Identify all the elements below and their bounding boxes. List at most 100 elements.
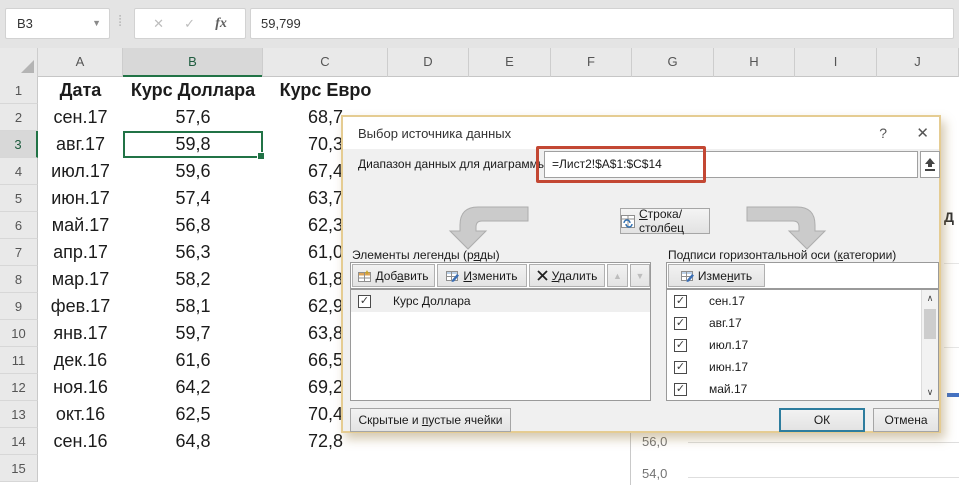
column-header-D[interactable]: D <box>388 48 469 77</box>
category-item[interactable]: ✓июн.17 <box>667 356 938 378</box>
category-item[interactable]: ✓май.17 <box>667 378 938 400</box>
row-header-4[interactable]: 4 <box>0 158 38 185</box>
switch-row-column-button[interactable]: Строка/столбец <box>620 208 710 234</box>
cell-A15[interactable] <box>38 455 123 482</box>
scrollbar[interactable]: ∧ ∨ <box>921 290 938 400</box>
add-series-button[interactable]: Добавить <box>352 264 435 287</box>
hidden-empty-cells-button[interactable]: Скрытые и пустые ячейки <box>350 408 511 432</box>
cell-B7[interactable]: 56,3 <box>123 239 263 266</box>
cell-A10[interactable]: янв.17 <box>38 320 123 347</box>
cell-A4[interactable]: июл.17 <box>38 158 123 185</box>
cell-A13[interactable]: окт.16 <box>38 401 123 428</box>
row-header-8[interactable]: 8 <box>0 266 38 293</box>
cell-B1[interactable]: Курс Доллара <box>123 77 263 104</box>
name-box-dropdown-icon[interactable]: ▼ <box>92 18 101 28</box>
dialog-title-bar[interactable]: Выбор источника данных <box>343 117 939 149</box>
formula-bar-splitter[interactable]: ⁞ <box>118 13 122 30</box>
checkbox-checked-icon[interactable]: ✓ <box>674 317 687 330</box>
checkbox-checked-icon[interactable]: ✓ <box>674 339 687 352</box>
checkbox-checked-icon[interactable]: ✓ <box>674 383 687 396</box>
cell-C15[interactable] <box>263 455 388 482</box>
cell-A1[interactable]: Дата <box>38 77 123 104</box>
chart-data-range-input[interactable]: =Лист2!$A$1:$C$14 <box>544 151 918 178</box>
column-header-C[interactable]: C <box>263 48 388 77</box>
scroll-down-icon[interactable]: ∨ <box>922 384 938 400</box>
category-item[interactable]: ✓сен.17 <box>667 290 938 312</box>
cell-B5[interactable]: 57,4 <box>123 185 263 212</box>
name-box[interactable]: B3 ▼ <box>5 8 110 39</box>
cell-A12[interactable]: ноя.16 <box>38 374 123 401</box>
column-header-A[interactable]: A <box>38 48 123 77</box>
row-header-11[interactable]: 11 <box>0 347 38 374</box>
cell-A5[interactable]: июн.17 <box>38 185 123 212</box>
delete-x-icon <box>537 270 548 281</box>
column-header-B[interactable]: B <box>123 48 263 77</box>
row-header-5[interactable]: 5 <box>0 185 38 212</box>
cell-A11[interactable]: дек.16 <box>38 347 123 374</box>
row-header-1[interactable]: 1 <box>0 77 38 104</box>
scrollbar-thumb[interactable] <box>924 309 936 339</box>
edit-series-button[interactable]: Изменить <box>437 264 527 287</box>
close-icon[interactable]: ✕ <box>916 124 929 142</box>
cell-B4[interactable]: 59,6 <box>123 158 263 185</box>
curved-arrow-left-icon <box>448 203 530 251</box>
category-item[interactable]: ✓июл.17 <box>667 334 938 356</box>
cell-B8[interactable]: 58,2 <box>123 266 263 293</box>
insert-function-icon[interactable]: fx <box>215 16 227 32</box>
column-header-G[interactable]: G <box>632 48 714 77</box>
cell-A9[interactable]: фев.17 <box>38 293 123 320</box>
cell-B11[interactable]: 61,6 <box>123 347 263 374</box>
cell-B12[interactable]: 64,2 <box>123 374 263 401</box>
checkbox-checked-icon[interactable]: ✓ <box>674 361 687 374</box>
column-header-J[interactable]: J <box>877 48 959 77</box>
cell-A8[interactable]: мар.17 <box>38 266 123 293</box>
formula-bar-input[interactable]: 59,799 <box>250 8 954 39</box>
category-item[interactable]: ✓авг.17 <box>667 312 938 334</box>
column-header-H[interactable]: H <box>714 48 795 77</box>
row-header-6[interactable]: 6 <box>0 212 38 239</box>
cell-A3[interactable]: авг.17 <box>38 131 123 158</box>
cancel-entry-icon[interactable]: ✕ <box>153 16 164 32</box>
confirm-entry-icon[interactable]: ✓ <box>184 16 195 32</box>
row-header-10[interactable]: 10 <box>0 320 38 347</box>
move-series-down-button[interactable]: ▼ <box>630 264 650 287</box>
switch-row-column-icon <box>621 215 635 228</box>
column-header-F[interactable]: F <box>551 48 632 77</box>
column-header-E[interactable]: E <box>469 48 551 77</box>
move-series-up-button[interactable]: ▲ <box>607 264 628 287</box>
scroll-up-icon[interactable]: ∧ <box>922 290 938 306</box>
cell-B14[interactable]: 64,8 <box>123 428 263 455</box>
ok-button[interactable]: ОК <box>779 408 865 432</box>
column-header-I[interactable]: I <box>795 48 877 77</box>
cell-C1[interactable]: Курс Евро <box>263 77 388 104</box>
row-header-2[interactable]: 2 <box>0 104 38 131</box>
cell-B13[interactable]: 62,5 <box>123 401 263 428</box>
active-cell-selection-border[interactable] <box>123 131 263 158</box>
cell-A2[interactable]: сен.17 <box>38 104 123 131</box>
row-header-13[interactable]: 13 <box>0 401 38 428</box>
remove-series-button[interactable]: Удалить <box>529 264 605 287</box>
checkbox-checked-icon[interactable]: ✓ <box>674 295 687 308</box>
cell-A7[interactable]: апр.17 <box>38 239 123 266</box>
hidden-empty-cells-label: Скрытые и пустые ячейки <box>359 413 503 427</box>
row-header-14[interactable]: 14 <box>0 428 38 455</box>
checkbox-checked-icon[interactable]: ✓ <box>358 295 371 308</box>
cell-B9[interactable]: 58,1 <box>123 293 263 320</box>
help-icon[interactable]: ? <box>879 125 887 141</box>
edit-categories-button[interactable]: Изменить <box>668 264 765 287</box>
row-header-3[interactable]: 3 <box>0 131 38 158</box>
cell-B15[interactable] <box>123 455 263 482</box>
cell-A14[interactable]: сен.16 <box>38 428 123 455</box>
row-header-7[interactable]: 7 <box>0 239 38 266</box>
row-header-12[interactable]: 12 <box>0 374 38 401</box>
cell-B6[interactable]: 56,8 <box>123 212 263 239</box>
cell-A6[interactable]: май.17 <box>38 212 123 239</box>
cell-B2[interactable]: 57,6 <box>123 104 263 131</box>
cell-B10[interactable]: 59,7 <box>123 320 263 347</box>
select-all-corner[interactable] <box>0 48 38 77</box>
row-header-9[interactable]: 9 <box>0 293 38 320</box>
legend-series-item[interactable]: ✓Курс Доллара <box>351 290 650 312</box>
cancel-button[interactable]: Отмена <box>873 408 939 432</box>
collapse-dialog-button[interactable] <box>920 151 940 178</box>
row-header-15[interactable]: 15 <box>0 455 38 482</box>
